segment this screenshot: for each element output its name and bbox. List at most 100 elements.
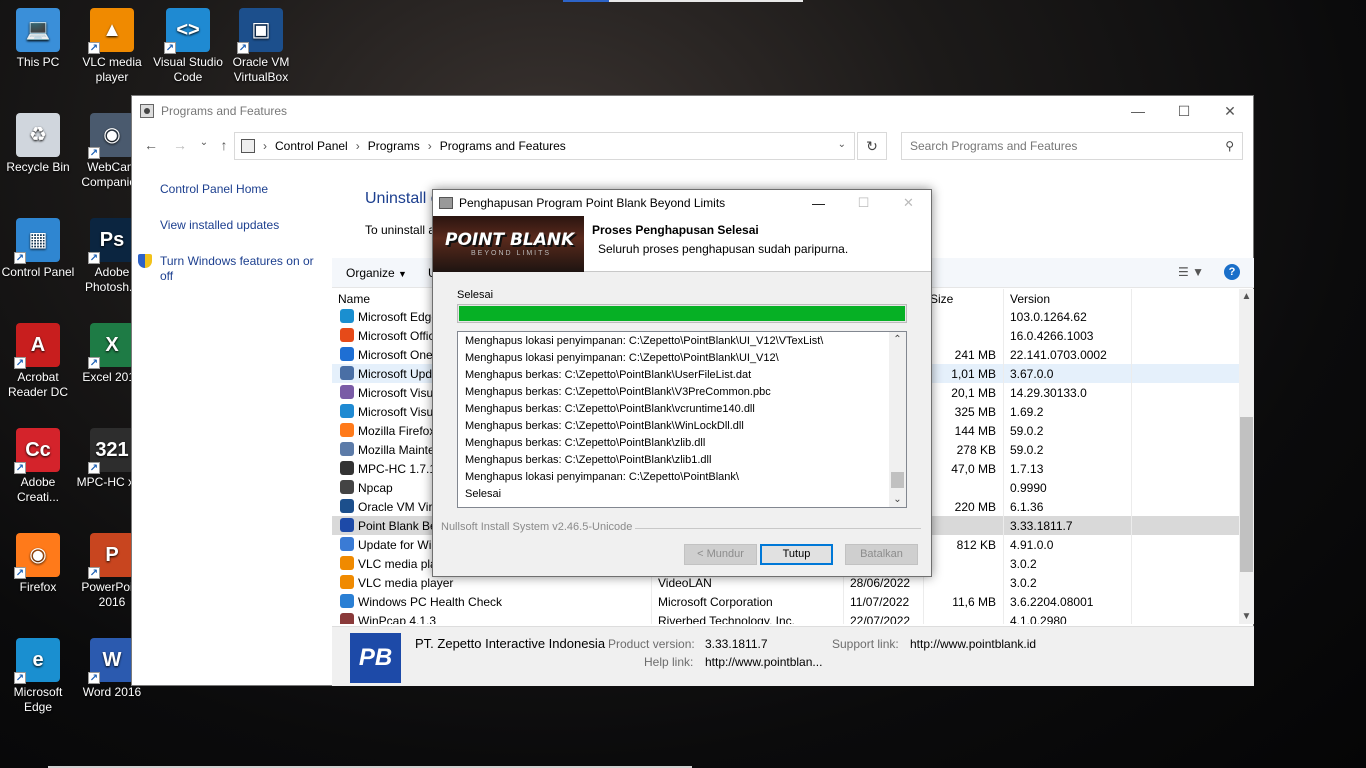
window-titlebar[interactable]: Programs and Features bbox=[132, 96, 1253, 126]
support-link[interactable]: http://www.pointblank.id bbox=[910, 637, 1036, 651]
page-title: Uninstall o bbox=[365, 190, 440, 207]
nsis-branding: Nullsoft Install System v2.46.5-Unicode bbox=[441, 521, 633, 533]
recent-dropdown-icon[interactable]: ⌄ bbox=[193, 137, 215, 155]
cell-version: 59.0.2 bbox=[1010, 424, 1044, 438]
cell-name: Npcap bbox=[358, 481, 393, 495]
view-options-icon[interactable]: ☰ ▼ bbox=[1178, 265, 1204, 279]
desktop-icon-label: Visual Studio Code bbox=[153, 55, 223, 84]
close-dialog-button[interactable]: Tutup bbox=[760, 544, 833, 565]
virtualbox-icon: ▣ ↗ bbox=[237, 8, 283, 54]
desktop-icon[interactable]: Cc ↗ Adobe Creati... bbox=[0, 428, 76, 505]
column-header-name[interactable]: Name bbox=[338, 292, 370, 306]
windows-features-link[interactable]: Turn Windows features on or off bbox=[138, 254, 330, 284]
cell-version: 3.0.2 bbox=[1010, 576, 1037, 590]
program-icon bbox=[340, 499, 354, 513]
back-arrow-icon[interactable]: ← bbox=[140, 137, 162, 155]
desktop-icon-label: Recycle Bin bbox=[6, 160, 70, 174]
search-icon: ⚲ bbox=[1225, 139, 1234, 153]
breadcrumb-control-panel[interactable]: Control Panel bbox=[275, 139, 348, 153]
table-row[interactable]: WinPcap 4.1.3 Riverbed Technology, Inc. 22… bbox=[332, 611, 1239, 624]
help-link[interactable]: http://www.pointblan... bbox=[705, 655, 822, 669]
dialog-minimize-button[interactable]: — bbox=[796, 190, 841, 216]
view-installed-updates-link[interactable]: View installed updates bbox=[160, 218, 330, 233]
desktop-icon[interactable]: ▣ ↗ Oracle VM VirtualBox bbox=[223, 8, 299, 85]
column-header-version[interactable]: Version bbox=[1010, 292, 1050, 306]
shortcut-arrow-icon: ↗ bbox=[88, 42, 100, 54]
log-scrollbar[interactable]: ⌃ ⌄ bbox=[889, 332, 906, 507]
log-line: Menghapus berkas: C:\Zepetto\PointBlank\… bbox=[465, 420, 744, 432]
program-icon bbox=[340, 575, 354, 589]
desktop-icon-label: Acrobat Reader DC bbox=[7, 370, 69, 399]
breadcrumb-programs[interactable]: Programs bbox=[368, 139, 420, 153]
breadcrumb-separator-icon[interactable]: › bbox=[263, 139, 267, 153]
minimize-button[interactable]: — bbox=[1115, 96, 1161, 126]
control-panel-icon bbox=[241, 139, 255, 153]
shortcut-arrow-icon: ↗ bbox=[14, 462, 26, 474]
breadcrumb-separator-icon[interactable]: › bbox=[356, 139, 360, 153]
close-button[interactable]: ✕ bbox=[1207, 96, 1253, 126]
desktop-icon[interactable]: ◉ ↗ Firefox bbox=[0, 533, 76, 595]
desktop-icon[interactable]: e ↗ Microsoft Edge bbox=[0, 638, 76, 715]
breadcrumb-separator-icon[interactable]: › bbox=[428, 139, 432, 153]
cancel-button[interactable]: Batalkan bbox=[845, 544, 918, 565]
address-bar[interactable]: › Control Panel › Programs › Programs an… bbox=[234, 132, 855, 160]
cell-name: Oracle VM Virt bbox=[358, 500, 436, 514]
window-title: Programs and Features bbox=[161, 104, 288, 118]
cell-date: 11/07/2022 bbox=[850, 595, 910, 609]
desktop-icon[interactable]: 💻 This PC bbox=[0, 8, 76, 70]
details-publisher: PT. Zepetto Interactive Indonesia bbox=[415, 636, 606, 651]
help-icon[interactable]: ? bbox=[1224, 264, 1240, 280]
desktop-icon[interactable]: <> ↗ Visual Studio Code bbox=[150, 8, 226, 85]
back-button[interactable]: < Mundur bbox=[684, 544, 757, 565]
table-row[interactable]: Windows PC Health Check Microsoft Corpora… bbox=[332, 592, 1239, 611]
program-icon bbox=[340, 556, 354, 570]
cell-size: 241 MB bbox=[954, 348, 996, 362]
installer-icon bbox=[439, 197, 453, 209]
powerpoint-icon: P ↗ bbox=[88, 533, 134, 579]
address-dropdown-icon[interactable]: ⌄ bbox=[838, 139, 846, 150]
details-log[interactable]: ⌃ ⌄ Menghapus lokasi penyimpanan: C:\Zep… bbox=[457, 331, 907, 508]
control-panel-home-link[interactable]: Control Panel Home bbox=[160, 182, 330, 197]
product-version-value: 3.33.1811.7 bbox=[705, 637, 768, 651]
program-icon bbox=[340, 594, 354, 608]
shield-icon bbox=[138, 254, 152, 268]
refresh-button[interactable]: ↻ bbox=[857, 132, 887, 160]
desktop-icon[interactable]: ♻ Recycle Bin bbox=[0, 113, 76, 175]
cell-name: Microsoft Visu bbox=[358, 405, 434, 419]
log-line: Menghapus berkas: C:\Zepetto\PointBlank\… bbox=[465, 437, 706, 449]
search-input[interactable]: Search Programs and Features ⚲ bbox=[901, 132, 1243, 160]
log-line: Menghapus berkas: C:\Zepetto\PointBlank\… bbox=[465, 403, 755, 415]
column-header-size[interactable]: Size bbox=[930, 292, 953, 306]
cell-version: 59.0.2 bbox=[1010, 443, 1044, 457]
cell-version: 22.141.0703.0002 bbox=[1010, 348, 1107, 362]
forward-arrow-icon[interactable]: → bbox=[169, 137, 191, 155]
excel-icon: X ↗ bbox=[88, 323, 134, 369]
desktop-icon[interactable]: ▦ ↗ Control Panel bbox=[0, 218, 76, 280]
cell-name: VLC media player bbox=[358, 576, 454, 590]
log-scroll-up-icon[interactable]: ⌃ bbox=[889, 334, 906, 345]
breadcrumb-programs-and-features[interactable]: Programs and Features bbox=[440, 139, 566, 153]
log-scroll-down-icon[interactable]: ⌄ bbox=[889, 494, 906, 505]
scroll-down-icon[interactable]: ▼ bbox=[1239, 611, 1254, 622]
cell-size: 20,1 MB bbox=[951, 386, 996, 400]
cell-version: 4.91.0.0 bbox=[1010, 538, 1054, 552]
cell-version: 4.1.0.2980 bbox=[1010, 614, 1067, 624]
up-arrow-icon[interactable]: ↑ bbox=[213, 137, 235, 155]
scrollbar-thumb[interactable] bbox=[1240, 417, 1253, 572]
desktop-icon[interactable]: ▲ ↗ VLC media player bbox=[74, 8, 150, 85]
organize-button[interactable]: Organize ▼ bbox=[346, 266, 407, 280]
shortcut-arrow-icon: ↗ bbox=[88, 462, 100, 474]
scroll-up-icon[interactable]: ▲ bbox=[1239, 291, 1254, 302]
maximize-button[interactable]: ☐ bbox=[1161, 96, 1207, 126]
desktop-icon[interactable]: A ↗ Acrobat Reader DC bbox=[0, 323, 76, 400]
log-line: Menghapus berkas: C:\Zepetto\PointBlank\… bbox=[465, 369, 752, 381]
shortcut-arrow-icon: ↗ bbox=[237, 42, 249, 54]
help-link-label: Help link: bbox=[644, 655, 694, 669]
point-blank-logo-icon: PB bbox=[350, 633, 401, 683]
cell-name: Microsoft One bbox=[358, 348, 433, 362]
program-icon bbox=[340, 347, 354, 361]
list-scrollbar[interactable]: ▲ ▼ bbox=[1239, 289, 1254, 624]
log-scrollbar-thumb[interactable] bbox=[891, 472, 904, 488]
top-taskbar-strip bbox=[563, 0, 803, 2]
computer-icon: 💻 bbox=[16, 8, 60, 52]
